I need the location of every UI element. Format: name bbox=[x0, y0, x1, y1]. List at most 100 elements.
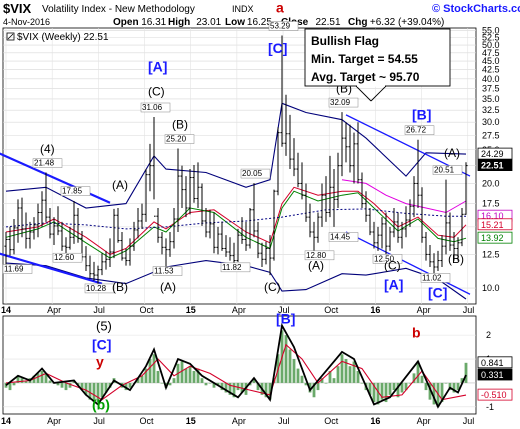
price-value-label: 26.72 bbox=[404, 125, 435, 135]
wave-label: (B) bbox=[448, 252, 464, 266]
x-tick-label: 16 bbox=[370, 416, 380, 426]
oscillator-tick-label: -1 bbox=[486, 402, 494, 412]
oscillator-histogram-bar bbox=[292, 359, 296, 383]
price-value-label: 53.29 bbox=[268, 21, 299, 31]
x-tick-label: Jul bbox=[93, 305, 105, 315]
price-value-label: 21.48 bbox=[32, 158, 63, 168]
price-value-label-text: 11.82 bbox=[222, 263, 242, 272]
oscillator-histogram-bar bbox=[284, 335, 288, 383]
oscillator-x-axis: 14 Apr Jul Oct 15 Apr Jul Oct 16 Apr Jul bbox=[1, 416, 474, 426]
oscillator-histogram-bar bbox=[172, 378, 176, 383]
wave-label: [C] bbox=[428, 284, 447, 300]
ohlc-label: Open bbox=[113, 17, 139, 28]
oscillator-histogram-bar bbox=[204, 382, 208, 386]
chart-name: Volatility Index - New Methodology bbox=[42, 4, 195, 15]
oscillator-histogram-bar bbox=[464, 362, 468, 383]
wave-label: [A] bbox=[148, 58, 167, 74]
price-value-label-text: 25.20 bbox=[166, 135, 187, 144]
wave-label: [B] bbox=[412, 107, 431, 123]
ohlc-label: Low bbox=[225, 17, 245, 28]
callout-line-3: Avg. Target ~ 95.70 bbox=[311, 70, 420, 84]
price-tick-label: 12.5 bbox=[482, 249, 500, 259]
price-value-label: 14.45 bbox=[328, 232, 359, 242]
price-value-label: 31.06 bbox=[140, 102, 171, 113]
price-x-axis: 14 Apr Jul Oct 15 Apr Jul Oct 16 Apr Jul bbox=[1, 305, 474, 315]
oscillator-histogram-bar bbox=[184, 368, 188, 383]
oscillator-histogram-bar bbox=[160, 382, 164, 384]
oscillator-histogram-bar bbox=[392, 382, 396, 391]
wave-label: (A) bbox=[160, 280, 176, 294]
oscillator-histogram-bar bbox=[200, 378, 204, 383]
ohlc-label: Chg bbox=[348, 17, 367, 28]
oscillator-histogram-bar bbox=[360, 382, 364, 384]
price-tick-label: 20.0 bbox=[482, 178, 500, 188]
oscillator-histogram-bar bbox=[100, 382, 104, 398]
oscillator-histogram-bar bbox=[388, 382, 392, 395]
oscillator-histogram-bar bbox=[156, 370, 160, 383]
oscillator-histogram-bar bbox=[288, 349, 292, 383]
wave-label: (C) bbox=[264, 280, 281, 294]
ohlc-value: +6.32 (+39.04%) bbox=[370, 17, 445, 28]
oscillator-last-tag-text: 0.841 bbox=[481, 358, 504, 368]
price-value-label: 20.51 bbox=[432, 165, 463, 175]
oscillator-histogram-bar bbox=[64, 382, 68, 391]
price-tick-label: 17.5 bbox=[482, 199, 500, 209]
x-tick-label: Jul bbox=[463, 305, 475, 315]
x-tick-label: 16 bbox=[370, 305, 380, 315]
price-value-label-text: 32.09 bbox=[330, 98, 351, 107]
wave-label: [A] bbox=[384, 277, 403, 293]
ohlc-value: 16.25 bbox=[247, 17, 272, 28]
x-tick-label: Apr bbox=[232, 305, 246, 315]
oscillator-histogram-bar bbox=[444, 382, 448, 384]
price-value-label: 17.85 bbox=[60, 186, 91, 196]
oscillator-histogram-bar bbox=[208, 382, 212, 384]
x-tick-label: 14 bbox=[1, 305, 11, 315]
price-value-label-text: 26.72 bbox=[406, 126, 427, 135]
price-tick-label: 35.0 bbox=[482, 94, 500, 104]
callout-line-2: Min. Target = 54.55 bbox=[311, 52, 418, 66]
oscillator-histogram-bar bbox=[420, 375, 424, 383]
ohlc-value: 23.01 bbox=[196, 17, 221, 28]
x-tick-label: Oct bbox=[324, 305, 339, 315]
last-value-tag-text: 13.92 bbox=[481, 233, 504, 243]
ohlc-value: 16.31 bbox=[141, 17, 166, 28]
oscillator-histogram-bar bbox=[324, 382, 328, 384]
oscillator-histogram-bar bbox=[152, 354, 156, 383]
stockcharts-logo: © StockCharts.com bbox=[432, 3, 520, 15]
last-value-tag: 22.51 bbox=[477, 159, 513, 171]
chart-exchange: INDX bbox=[232, 4, 254, 14]
oscillator-panel bbox=[2, 315, 477, 415]
wave-label: (B) bbox=[112, 280, 128, 294]
oscillator-histogram-bar bbox=[148, 359, 152, 383]
ohlc-value: 22.51 bbox=[316, 17, 341, 28]
price-value-label-text: 12.60 bbox=[54, 253, 75, 262]
oscillator-last-tag: 0.331 bbox=[477, 368, 513, 381]
price-value-label-text: 53.29 bbox=[270, 21, 291, 30]
x-tick-label: 15 bbox=[186, 416, 196, 426]
price-value-label: 10.28 bbox=[84, 283, 115, 294]
price-value-label: 11.02 bbox=[420, 273, 451, 283]
oscillator-tick-label: 2 bbox=[486, 330, 491, 340]
wave-label: a bbox=[276, 0, 284, 16]
wave-label: [C] bbox=[268, 40, 287, 56]
oscillator-histogram-bar bbox=[188, 366, 192, 383]
oscillator-last-tag-text: 0.331 bbox=[481, 370, 504, 380]
oscillator-wave-label: b bbox=[412, 325, 421, 341]
wave-label: (C) bbox=[384, 259, 401, 273]
last-value-tag-text: 15.21 bbox=[481, 220, 504, 230]
oscillator-last-tag-text: -0.510 bbox=[481, 390, 507, 400]
oscillator-histogram-bar bbox=[40, 370, 44, 383]
price-value-label-text: 11.02 bbox=[422, 273, 442, 282]
x-tick-label: Apr bbox=[47, 416, 61, 426]
chart-symbol: $VIX bbox=[3, 1, 32, 16]
oscillator-histogram-bar bbox=[340, 354, 344, 383]
price-value-label-text: 11.53 bbox=[154, 267, 174, 276]
price-value-label-text: 11.69 bbox=[4, 265, 24, 274]
price-value-label: 25.20 bbox=[164, 134, 195, 144]
last-value-tag-text: 22.51 bbox=[481, 161, 504, 171]
oscillator-histogram-bar bbox=[60, 382, 64, 388]
chart-container: $VIX Volatility Index - New Methodology … bbox=[0, 0, 520, 429]
oscillator-wave-label: (5) bbox=[96, 319, 112, 334]
oscillator-last-values: 0.841 0.331 -0.510 bbox=[477, 356, 513, 401]
oscillator-histogram-bar bbox=[12, 382, 16, 386]
